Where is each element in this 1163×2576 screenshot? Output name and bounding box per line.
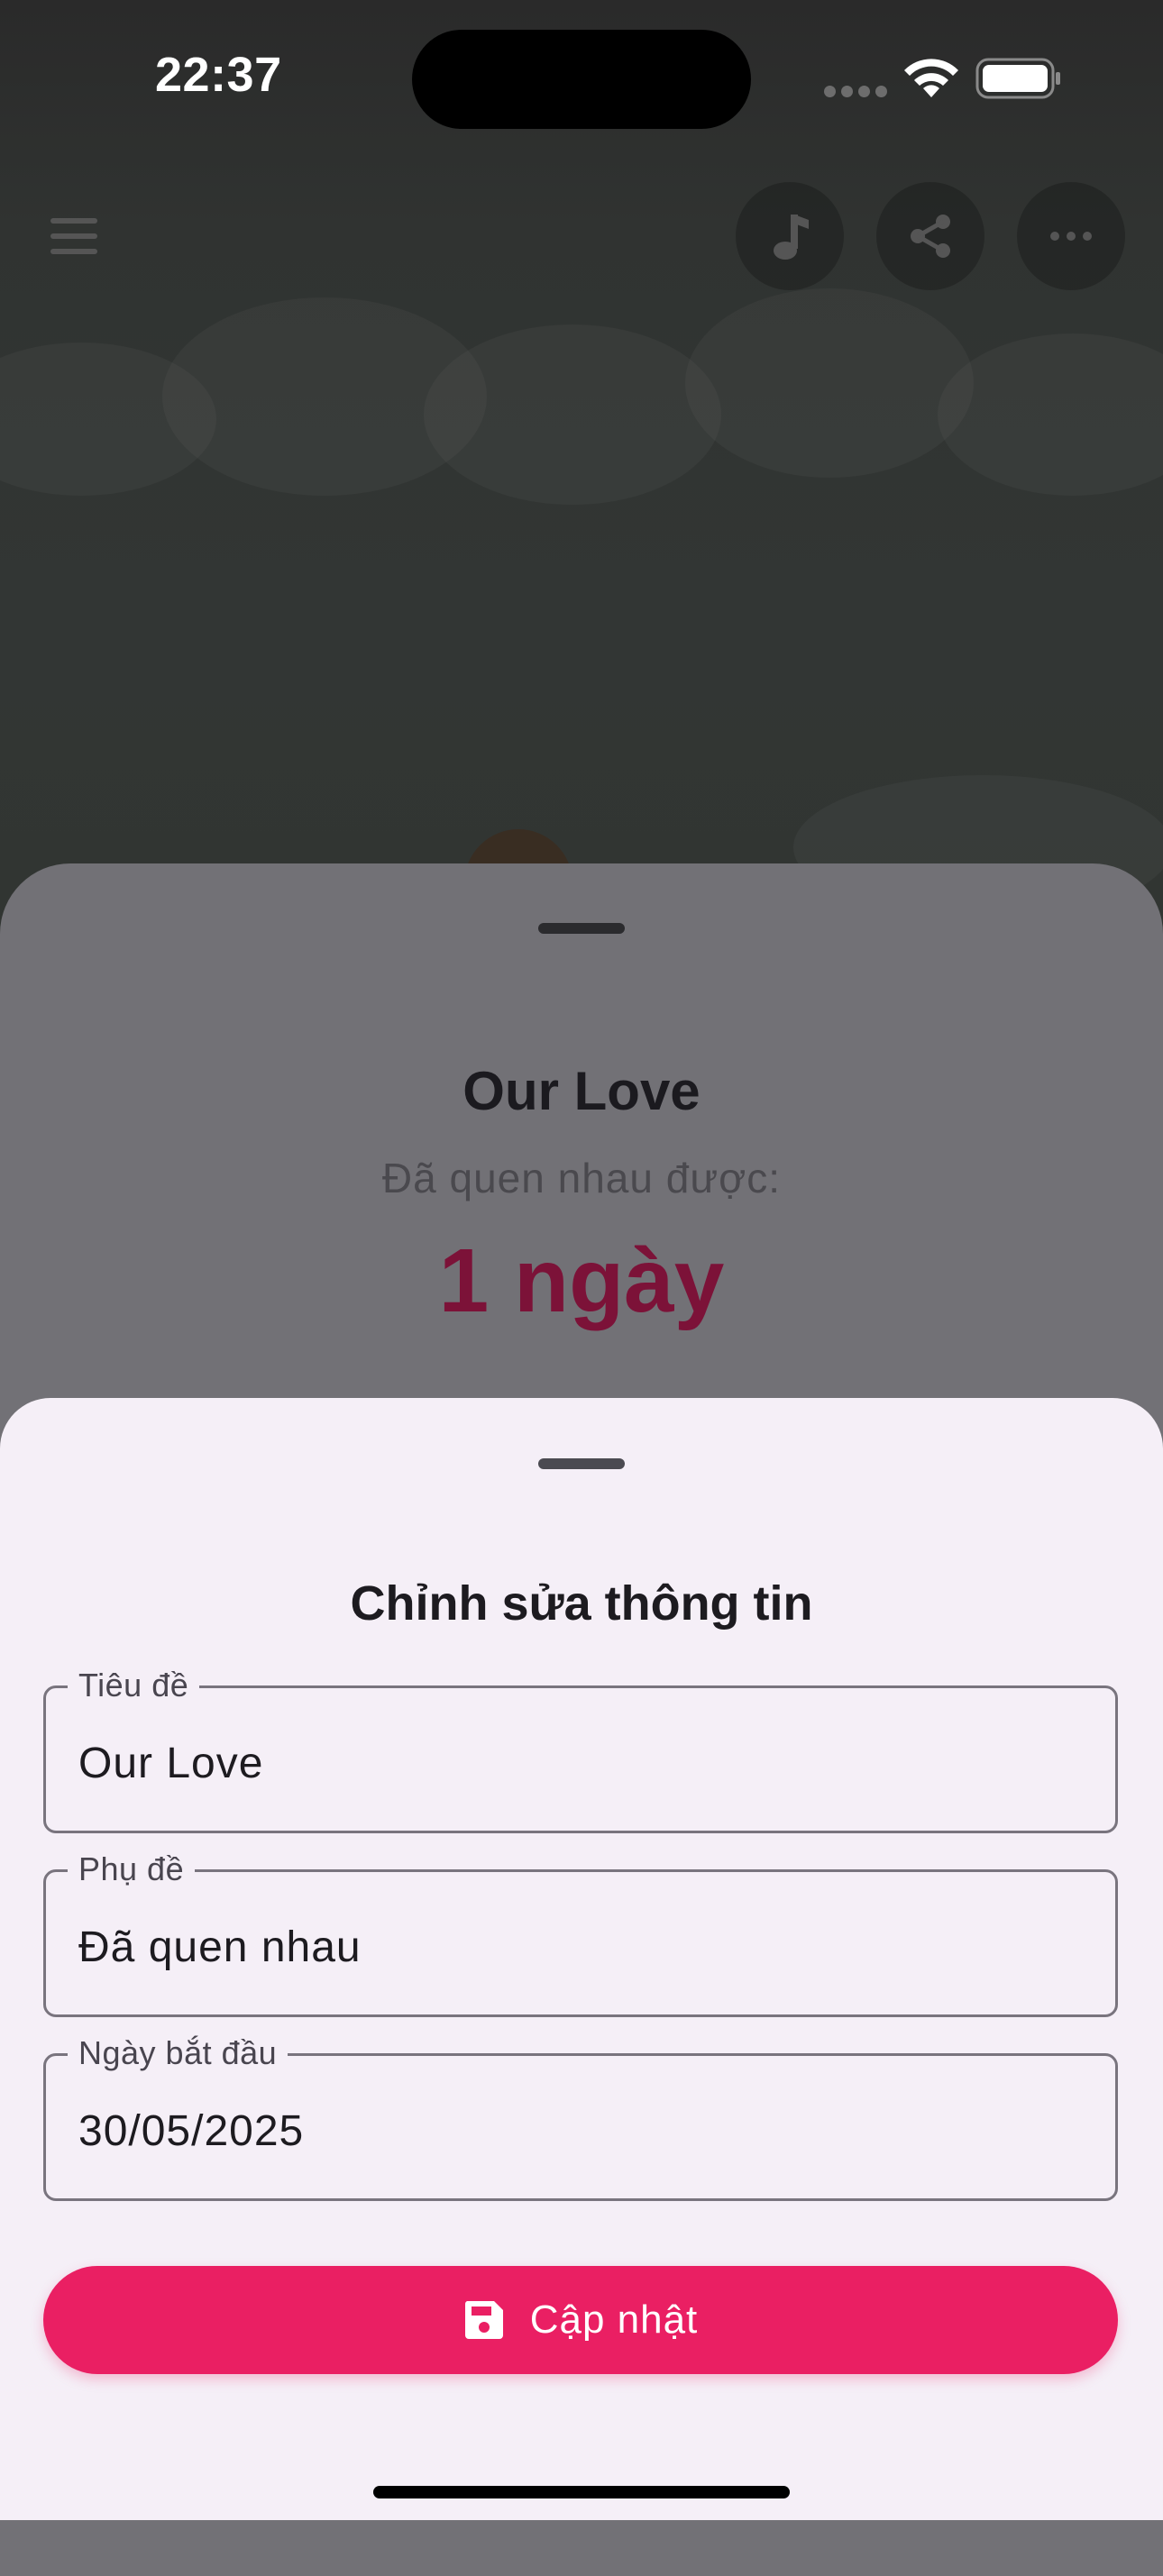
start-date-field-value[interactable]: 30/05/2025: [78, 2106, 304, 2157]
status-bar: 22:37: [0, 0, 1163, 153]
start-date-field[interactable]: Ngày bắt đầu 30/05/2025: [43, 2032, 1118, 2201]
cloud-decoration: [685, 288, 974, 478]
subtitle-field-value[interactable]: Đã quen nhau: [78, 1923, 362, 1973]
counter-subtitle: Đã quen nhau được:: [381, 1155, 782, 1201]
day-count: 1 ngày: [438, 1230, 725, 1331]
subtitle-field[interactable]: Phụ đề Đã quen nhau: [43, 1849, 1118, 2017]
edit-sheet-heading: Chỉnh sửa thông tin: [350, 1576, 813, 1631]
title-field[interactable]: Tiêu đề Our Love: [43, 1665, 1118, 1833]
counter-title: Our Love: [462, 1061, 701, 1121]
more-button[interactable]: [1017, 182, 1125, 290]
share-icon: [911, 215, 950, 258]
dynamic-island: [412, 30, 751, 129]
wifi-icon: [904, 59, 958, 97]
edit-sheet-drag-handle[interactable]: [538, 1458, 625, 1469]
counter-sheet-drag-handle[interactable]: [538, 923, 625, 934]
title-field-label: Tiêu đề: [68, 1665, 200, 1706]
home-indicator[interactable]: [373, 2486, 790, 2498]
menu-icon[interactable]: [47, 215, 101, 260]
share-button[interactable]: [876, 182, 984, 290]
update-button[interactable]: Cập nhật: [43, 2266, 1118, 2374]
more-horizontal-icon: [1050, 232, 1092, 241]
cellular-signal-icon: [824, 86, 887, 98]
save-icon: [464, 2301, 503, 2339]
start-date-field-label: Ngày bắt đầu: [68, 2032, 288, 2074]
battery-icon: [975, 58, 1060, 99]
subtitle-field-label: Phụ đề: [68, 1849, 196, 1890]
music-note-icon: [774, 215, 809, 260]
status-time: 22:37: [155, 48, 282, 102]
cloud-decoration: [938, 333, 1163, 496]
music-button[interactable]: [736, 182, 844, 290]
title-field-value[interactable]: Our Love: [78, 1739, 263, 1789]
cloud-decoration: [424, 324, 721, 505]
update-button-label: Cập nhật: [529, 2297, 699, 2342]
